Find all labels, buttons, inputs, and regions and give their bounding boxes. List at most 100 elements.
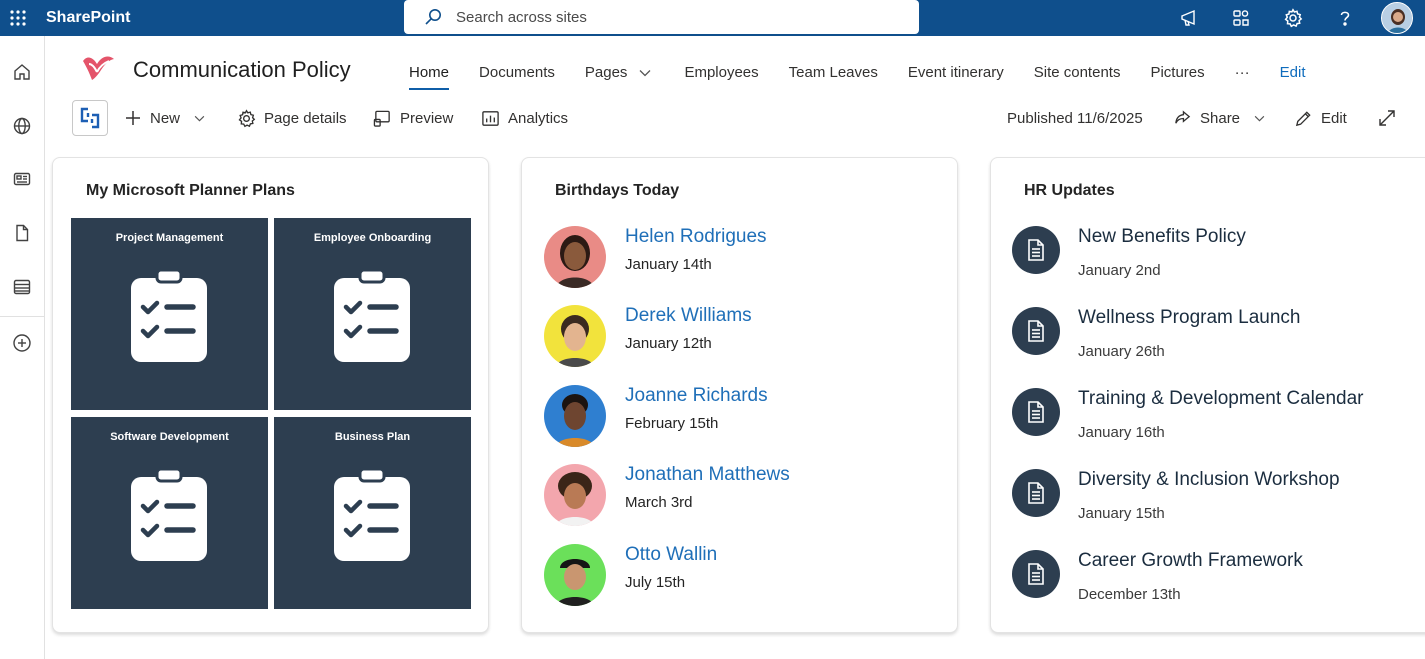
document-icon	[1012, 550, 1060, 598]
page-details-button[interactable]: Page details	[237, 100, 347, 136]
hr-update-date: January 2nd	[1078, 262, 1161, 279]
clipboard-checklist-icon	[334, 467, 410, 561]
nav-documents-label: Documents	[479, 64, 555, 81]
nav-team-leaves[interactable]: Team Leaves	[774, 58, 893, 90]
plus-icon	[126, 111, 140, 125]
expand-icon[interactable]	[1377, 100, 1405, 136]
app-name[interactable]: SharePoint	[46, 9, 130, 27]
globe-icon[interactable]	[6, 110, 38, 142]
avatar[interactable]	[544, 385, 606, 447]
nav-pictures[interactable]: Pictures	[1135, 58, 1219, 90]
chevron-down-icon	[1254, 115, 1265, 121]
plan-tile[interactable]: Project Management	[71, 218, 268, 410]
person-name-link[interactable]: Helen Rodrigues	[625, 226, 767, 248]
plan-tile[interactable]: Software Development	[71, 417, 268, 609]
document-icon[interactable]	[6, 217, 38, 249]
document-icon	[1012, 307, 1060, 355]
hr-update-title: New Benefits Policy	[1078, 226, 1246, 247]
list-item[interactable]: Training & Development Calendar January …	[1012, 388, 1425, 458]
list-item: Helen Rodrigues January 14th	[544, 226, 944, 290]
search-placeholder: Search across sites	[456, 8, 587, 26]
analytics-button[interactable]: Analytics	[481, 100, 568, 136]
list-item: Derek Williams January 12th	[544, 305, 944, 369]
site-title: Communication Policy	[133, 57, 351, 82]
plan-name: Employee Onboarding	[313, 232, 432, 244]
nav-team-leaves-label: Team Leaves	[788, 64, 878, 81]
nav-home[interactable]: Home	[394, 58, 464, 90]
hr-update-date: December 13th	[1078, 586, 1181, 603]
list-item: Otto Wallin July 15th	[544, 544, 944, 608]
document-icon	[1012, 388, 1060, 436]
person-name-link[interactable]: Joanne Richards	[625, 385, 768, 407]
edit-button[interactable]: Edit	[1294, 100, 1347, 136]
list-item: Jonathan Matthews March 3rd	[544, 464, 944, 528]
gear-icon[interactable]	[1267, 0, 1319, 36]
analytics-icon	[482, 110, 499, 126]
nav-edit-label: Edit	[1279, 64, 1306, 81]
list-icon[interactable]	[6, 271, 38, 303]
clipboard-checklist-icon	[334, 268, 410, 362]
birthday-date: January 12th	[625, 335, 712, 352]
nav-site-contents[interactable]: Site contents	[1019, 58, 1136, 90]
document-icon	[1012, 226, 1060, 274]
nav-pictures-label: Pictures	[1150, 64, 1205, 81]
gear-icon	[238, 108, 256, 127]
avatar[interactable]	[544, 305, 606, 367]
megaphone-icon[interactable]	[1163, 0, 1215, 36]
nav-pages[interactable]: Pages	[570, 58, 667, 90]
document-icon	[1012, 469, 1060, 517]
nav-employees[interactable]: Employees	[669, 58, 773, 90]
preview-button[interactable]: Preview	[373, 100, 453, 136]
new-button[interactable]: New	[124, 100, 205, 136]
avatar[interactable]	[544, 226, 606, 288]
hr-update-date: January 26th	[1078, 343, 1165, 360]
search-box[interactable]: Search across sites	[404, 0, 919, 34]
left-rail	[0, 36, 45, 659]
rail-divider	[0, 316, 44, 317]
plan-tile[interactable]: Employee Onboarding	[274, 218, 471, 410]
add-icon[interactable]	[6, 327, 38, 359]
person-name-link[interactable]: Derek Williams	[625, 305, 752, 327]
top-navigation: Home Documents Pages Employees Team Leav…	[394, 58, 1321, 90]
waffle-icon[interactable]	[0, 0, 36, 36]
nav-more-button[interactable]: ···	[1220, 58, 1265, 90]
plan-name: Software Development	[110, 431, 229, 443]
avatar[interactable]	[544, 544, 606, 606]
nav-documents[interactable]: Documents	[464, 58, 570, 90]
preview-label: Preview	[400, 109, 454, 127]
person-name-link[interactable]: Jonathan Matthews	[625, 464, 790, 486]
help-icon[interactable]	[1319, 0, 1371, 36]
nav-event-itinerary[interactable]: Event itinerary	[893, 58, 1019, 90]
list-item[interactable]: New Benefits Policy January 2nd	[1012, 226, 1425, 296]
home-icon[interactable]	[6, 56, 38, 88]
planner-card: My Microsoft Planner Plans Project Manag…	[52, 157, 489, 633]
analytics-label: Analytics	[508, 109, 569, 127]
nav-edit-link[interactable]: Edit	[1265, 58, 1321, 90]
list-item[interactable]: Wellness Program Launch January 26th	[1012, 307, 1425, 377]
app-switch-icon[interactable]	[1215, 0, 1267, 36]
person-name-link[interactable]: Otto Wallin	[625, 544, 717, 566]
nav-employees-label: Employees	[684, 64, 759, 81]
published-status: Published 11/6/2025	[1007, 109, 1143, 127]
hr-update-title: Diversity & Inclusion Workshop	[1078, 469, 1340, 490]
birthday-date: February 15th	[625, 415, 719, 432]
birthday-date: July 15th	[625, 574, 686, 591]
plan-tile[interactable]: Business Plan	[274, 417, 471, 609]
preview-icon	[373, 110, 390, 127]
plan-name: Project Management	[115, 232, 224, 244]
site-logo[interactable]	[80, 52, 116, 84]
birthday-date: January 14th	[625, 256, 712, 273]
user-avatar[interactable]	[1381, 2, 1413, 34]
list-item[interactable]: Diversity & Inclusion Workshop January 1…	[1012, 469, 1425, 539]
share-button[interactable]: Share	[1173, 100, 1265, 136]
hr-update-title: Training & Development Calendar	[1078, 388, 1364, 409]
news-icon[interactable]	[6, 163, 38, 195]
nav-event-itinerary-label: Event itinerary	[907, 64, 1004, 81]
hr-updates-card: HR Updates New Benefits Policy January 2…	[990, 157, 1425, 633]
hr-update-date: January 16th	[1078, 424, 1165, 441]
app-launcher-button[interactable]	[72, 100, 108, 136]
search-icon	[424, 8, 442, 26]
avatar[interactable]	[544, 464, 606, 526]
hr-update-date: January 15th	[1078, 505, 1165, 522]
list-item[interactable]: Career Growth Framework December 13th	[1012, 550, 1425, 620]
